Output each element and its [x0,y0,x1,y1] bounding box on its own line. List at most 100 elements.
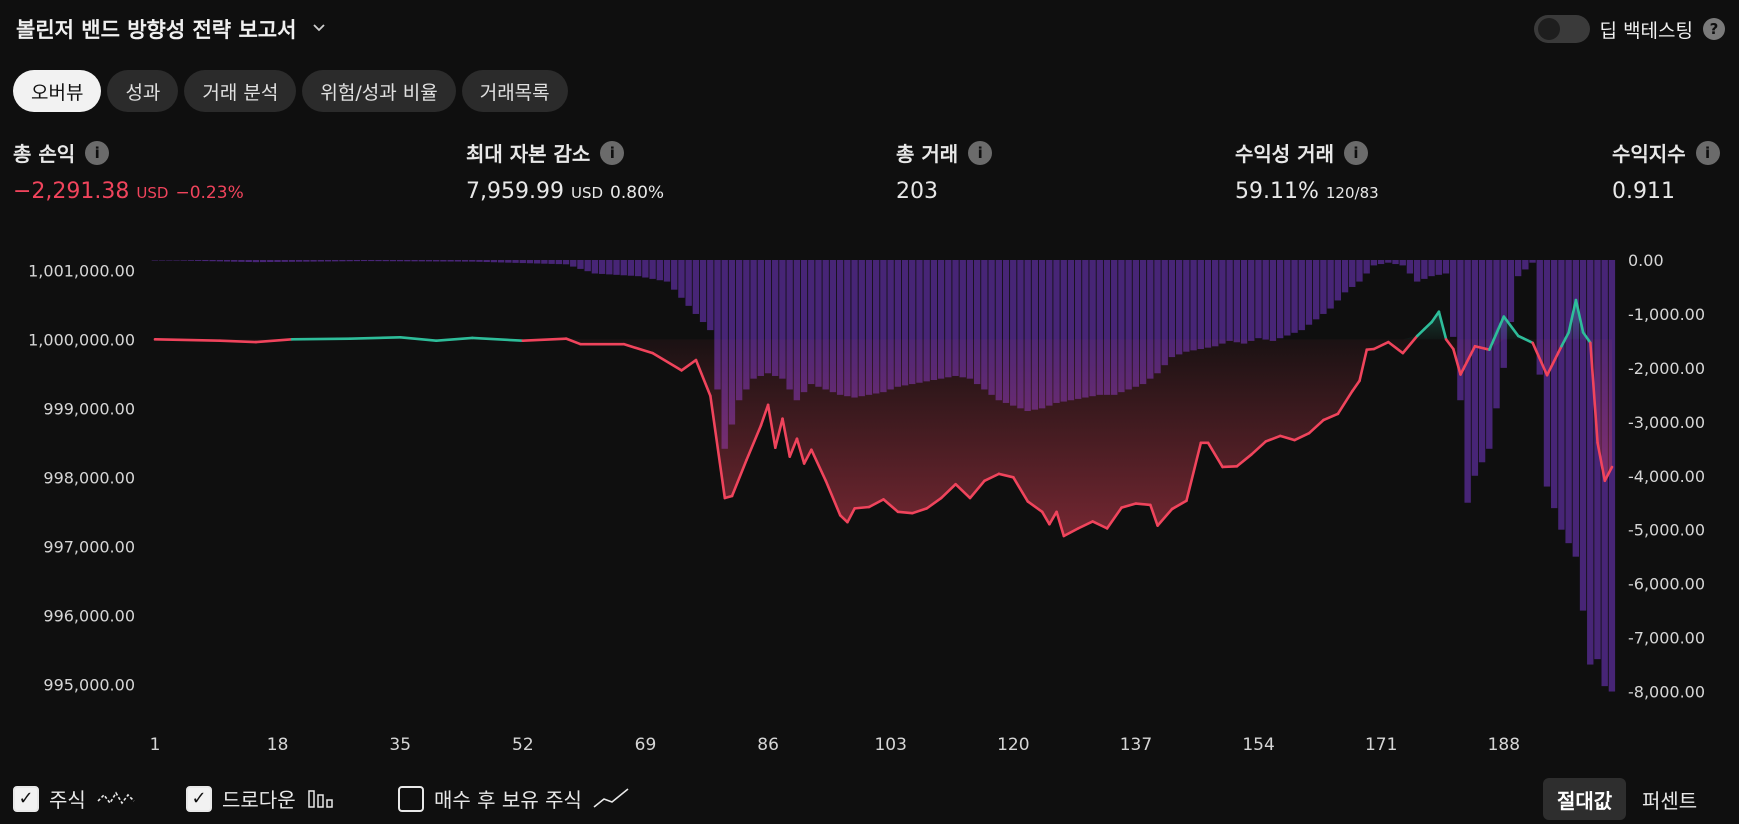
drawdown-bar [570,260,577,267]
drawdown-bar [541,260,548,264]
drawdown-bar [707,260,714,331]
right-axis-tick-label: -2,000.00 [1628,359,1705,378]
drawdown-bar [1406,260,1414,274]
equity-line-segment [398,335,438,343]
checkbox-checked-icon: ✓ [186,785,212,812]
tab-overview[interactable]: 오버뷰 [13,70,102,112]
left-axis-tick-label: 996,000.00 [43,606,135,625]
drawdown-bar [663,260,671,282]
drawdown-bar [216,260,224,262]
drawdown-bar [1240,260,1248,344]
drawdown-bar [497,260,505,263]
report-title-dropdown[interactable]: 볼린저 밴드 방향성 전략 보고서 [16,12,326,46]
metric-pct: −0.23% [175,183,244,203]
drawdown-bar [1421,260,1428,279]
toggle-stocks[interactable]: ✓ 주식 [13,784,136,813]
right-axis-tick-label: -8,000.00 [1628,683,1705,702]
equity-line-segment [435,336,474,343]
info-icon[interactable]: i [600,140,625,165]
drawdown-bar [584,260,591,272]
drawdown-bar [1551,260,1558,509]
checkbox-unchecked-icon [398,785,424,812]
equity-line-segment [153,338,222,343]
info-icon[interactable]: i [968,140,993,165]
info-icon[interactable]: i [1695,140,1720,165]
tab-performance[interactable]: 성과 [107,70,179,112]
left-axis-tick-label: 999,000.00 [43,399,135,418]
drawdown-bar [1269,260,1277,341]
equity-line-segment [1221,464,1239,469]
toggle-drawdown[interactable]: ✓ 드로다운 [186,784,338,813]
drawdown-bar [490,260,498,263]
drawdown-bar [317,260,324,262]
metric-value: −2,291.38 [13,179,130,204]
drawdown-bar [1284,260,1291,336]
equity-line-segment [348,335,402,340]
drawdown-bar [692,260,700,314]
drawdown-bar [375,260,382,262]
drawdown-bar [1327,260,1334,309]
right-axis-tick-label: -6,000.00 [1628,575,1705,594]
drawdown-bar [238,260,245,262]
percent-button[interactable]: 퍼센트 [1628,778,1711,820]
drawdown-bar [267,260,274,263]
drawdown-bar [627,260,635,276]
drawdown-bar [512,260,519,263]
left-axis-tick-label: 998,000.00 [43,468,135,487]
drawdown-bar [1478,260,1486,463]
drawdown-bar [555,260,563,265]
drawdown-bar [332,260,339,262]
drawdown-bar [461,260,469,262]
drawdown-bar [591,260,599,274]
info-icon[interactable]: i [85,140,110,165]
x-axis-tick-label: 120 [997,735,1029,755]
drawdown-bar [180,260,187,261]
tab-risk-ratios[interactable]: 위험/성과 비율 [302,70,456,112]
drawdown-bar [620,260,627,276]
drawdown-bar [418,260,425,262]
drawdown-bar [1457,260,1464,401]
x-axis-tick-label: 154 [1242,735,1274,755]
drawdown-bar [433,260,440,262]
drawdown-bar [425,260,433,262]
drawdown-bar [548,260,555,264]
help-icon[interactable]: ? [1703,18,1725,40]
toggle-buy-hold[interactable]: 매수 후 보유 주식 [398,784,630,813]
drawdown-bar [382,260,389,262]
absolute-button[interactable]: 절대값 [1543,778,1627,820]
drawdown-bar [562,260,570,265]
drawdown-bar [411,260,418,262]
tab-trade-analysis[interactable]: 거래 분석 [184,70,297,112]
x-axis-tick-label: 1 [150,735,161,755]
drawdown-bar [1334,260,1341,301]
drawdown-bar [1529,260,1536,263]
drawdown-bar [288,260,296,262]
drawdown-bar [533,260,541,264]
drawdown-bar [613,260,620,275]
drawdown-bar [173,260,180,261]
drawdown-bar [1349,260,1356,287]
equity-drawdown-chart[interactable]: 1,001,000.00 1,000,000.00 999,000.00 998,00… [0,240,1739,760]
drawdown-bar [634,260,642,277]
drawdown-bar [151,260,159,261]
drawdown-bar [1305,260,1313,325]
drawdown-bar [1248,260,1255,341]
drawdown-bar [606,260,613,275]
drawdown-bar [1197,260,1204,349]
toggle-drawdown-label: 드로다운 [222,788,296,812]
drawdown-bar [1363,260,1370,274]
stocks-line-icon [97,790,135,804]
tab-trade-list[interactable]: 거래목록 [461,70,568,112]
drawdown-bar [1413,260,1421,282]
drawdown-bar [1341,260,1349,293]
drawdown-bar [209,260,216,262]
drawdown-bar [231,260,238,262]
drawdown-bar [505,260,512,263]
drawdown-bar [699,260,707,323]
right-axis-tick-label: -5,000.00 [1628,521,1705,540]
deep-backtest-toggle[interactable] [1533,15,1590,43]
drawdown-bar [1377,260,1385,265]
info-icon[interactable]: i [1343,140,1368,165]
drawdown-bar [1190,260,1197,351]
drawdown-bar [389,260,397,262]
